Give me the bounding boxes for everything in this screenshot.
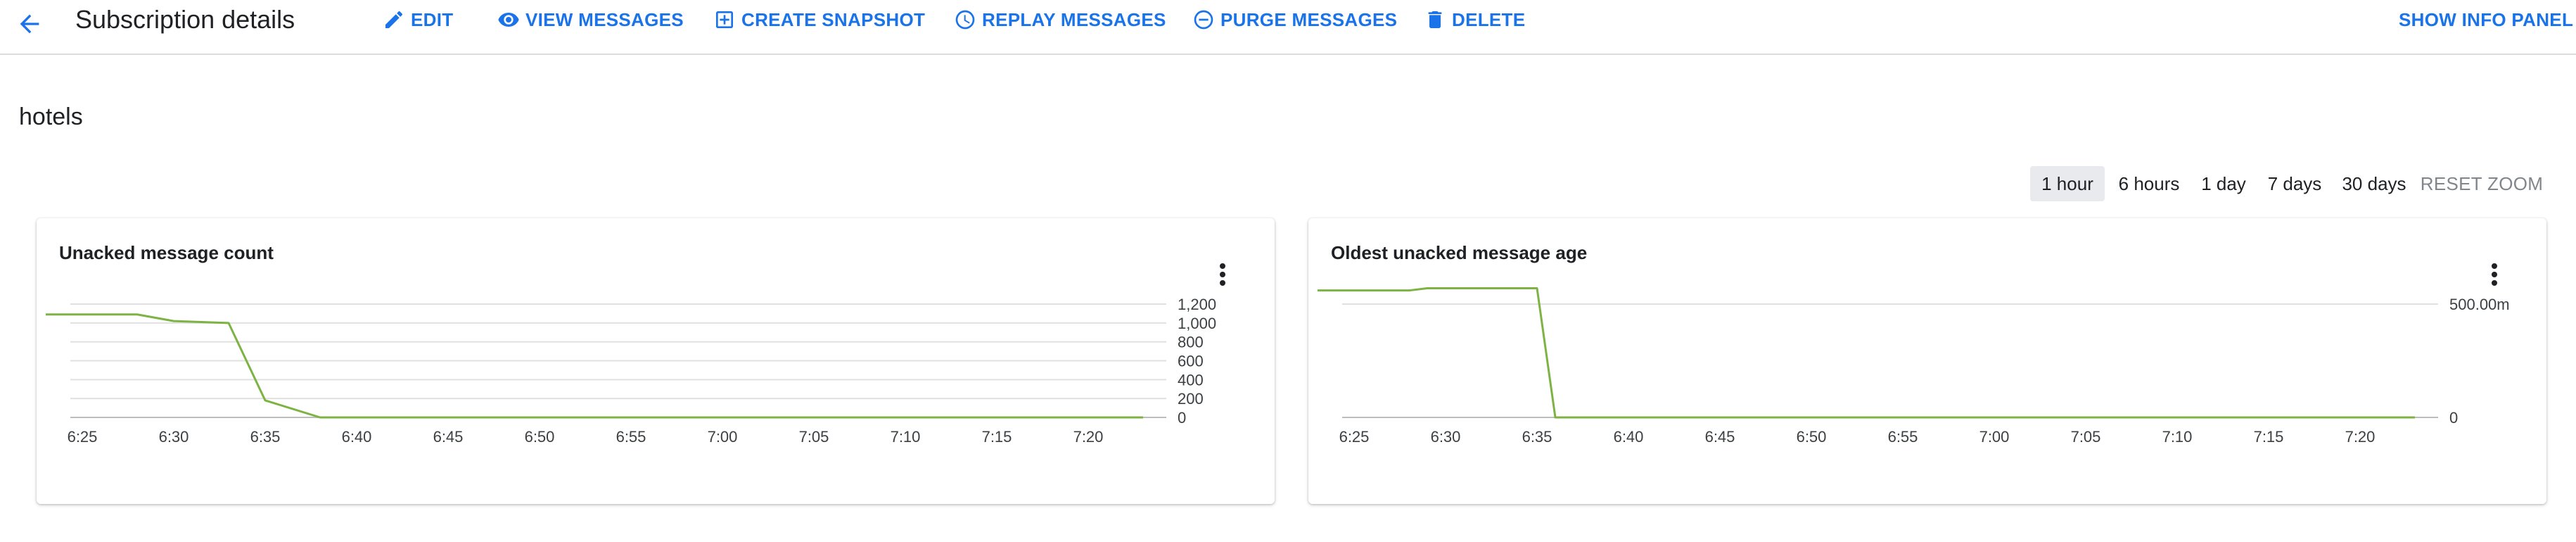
- add-box-icon: [716, 11, 733, 28]
- more-vert-icon: [2492, 263, 2497, 286]
- x-tick-label: 6:30: [159, 428, 189, 446]
- chart-card-unacked-count: 0 200 400 600 800 1,000 1,200 6:25 6:30 6:35 6:40 6…: [37, 218, 1275, 504]
- edit-button[interactable]: EDIT: [383, 6, 453, 34]
- page-title: Subscription details: [75, 5, 295, 34]
- x-tick-label: 6:50: [1797, 428, 1827, 446]
- eye-icon: [498, 13, 519, 27]
- delete-button[interactable]: DELETE: [1424, 6, 1525, 34]
- y-tick-label: 200: [1178, 390, 1204, 408]
- x-tick-label: 6:50: [525, 428, 555, 446]
- x-tick-label: 6:55: [1888, 428, 1918, 446]
- range-1-day[interactable]: 1 day: [2192, 166, 2255, 201]
- purge-messages-label: PURGE MESSAGES: [1220, 8, 1398, 30]
- x-tick-label: 7:05: [799, 428, 829, 446]
- chart-title: Oldest unacked message age: [1331, 242, 1588, 263]
- chart-menu-button[interactable]: [1210, 255, 1235, 294]
- x-tick-label: 7:15: [982, 428, 1012, 446]
- chart-menu-button[interactable]: [2482, 255, 2507, 294]
- y-tick-label: 1,000: [1178, 315, 1216, 332]
- range-7-days[interactable]: 7 days: [2259, 166, 2330, 201]
- x-tick-label: 6:30: [1431, 428, 1461, 446]
- x-tick-label: 6:35: [250, 428, 281, 446]
- x-tick-label: 6:55: [616, 428, 646, 446]
- range-1-hour[interactable]: 1 hour: [2030, 166, 2105, 201]
- x-tick-label: 7:10: [891, 428, 921, 446]
- pencil-icon: [385, 11, 403, 28]
- reset-zoom-button[interactable]: RESET ZOOM: [2418, 166, 2545, 201]
- x-tick-label: 6:25: [1339, 428, 1370, 446]
- replay-messages-label: REPLAY MESSAGES: [982, 8, 1166, 30]
- y-tick-label: 600: [1178, 353, 1204, 370]
- clock-icon: [955, 10, 975, 30]
- range-30-days[interactable]: 30 days: [2334, 166, 2414, 201]
- x-tick-label: 6:40: [1614, 428, 1644, 446]
- top-toolbar: Subscription details EDIT VIEW MESSAGES …: [0, 0, 2576, 55]
- arrow-back-icon: [20, 14, 39, 34]
- x-tick-label: 6:45: [433, 428, 464, 446]
- delete-label: DELETE: [1452, 8, 1526, 30]
- range-6-hours[interactable]: 6 hours: [2110, 166, 2188, 201]
- x-tick-label: 7:15: [2254, 428, 2284, 446]
- purge-messages-button[interactable]: PURGE MESSAGES: [1192, 6, 1397, 34]
- chart-card-oldest-age: 0 500.00m 6:25 6:30 6:35 6:40 6:45 6:50 6:55 7:00…: [1308, 218, 2546, 504]
- create-snapshot-label: CREATE SNAPSHOT: [741, 8, 926, 30]
- create-snapshot-button[interactable]: CREATE SNAPSHOT: [713, 6, 925, 34]
- series-line[interactable]: [46, 313, 1143, 419]
- y-tick-label: 800: [1178, 334, 1204, 351]
- chart-title: Unacked message count: [59, 242, 274, 263]
- x-tick-label: 7:10: [2162, 428, 2193, 446]
- view-messages-label: VIEW MESSAGES: [525, 8, 684, 30]
- y-tick-label: 0: [2449, 409, 2458, 427]
- y-tick-label: 500.00m: [2449, 296, 2510, 313]
- y-tick-label: 0: [1178, 409, 1186, 427]
- subscription-name: hotels: [19, 103, 83, 130]
- more-vert-icon: [1220, 263, 1225, 286]
- show-info-panel-button[interactable]: SHOW INFO PANEL: [2399, 6, 2573, 34]
- edit-label: EDIT: [411, 8, 454, 30]
- back-button[interactable]: [10, 4, 49, 44]
- view-messages-button[interactable]: VIEW MESSAGES: [497, 6, 684, 34]
- x-tick-label: 6:35: [1522, 428, 1552, 446]
- y-tick-label: 1,200: [1178, 296, 1216, 313]
- x-tick-label: 7:00: [1979, 428, 2010, 446]
- minus-circle-icon: [1194, 10, 1213, 30]
- x-tick-label: 6:45: [1705, 428, 1735, 446]
- x-tick-label: 6:40: [342, 428, 372, 446]
- x-tick-label: 7:20: [2345, 428, 2376, 446]
- series-line[interactable]: [1318, 286, 2415, 419]
- x-tick-label: 6:25: [68, 428, 98, 446]
- x-tick-label: 7:05: [2071, 428, 2101, 446]
- y-tick-label: 400: [1178, 371, 1204, 389]
- trash-icon: [1428, 11, 1442, 28]
- x-tick-label: 7:20: [1073, 428, 1104, 446]
- replay-messages-button[interactable]: REPLAY MESSAGES: [954, 6, 1166, 34]
- x-tick-label: 7:00: [708, 428, 738, 446]
